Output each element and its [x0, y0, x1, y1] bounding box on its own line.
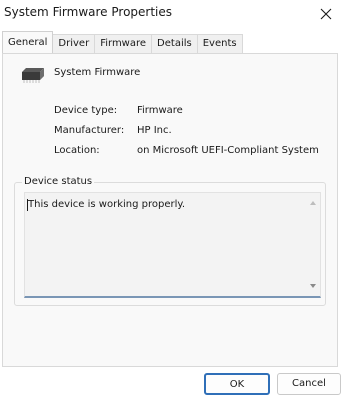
device-name: System Firmware [54, 67, 141, 78]
tab-firmware[interactable]: Firmware [94, 34, 153, 53]
ok-button[interactable]: OK [204, 373, 270, 395]
window-title: System Firmware Properties [4, 5, 173, 19]
tab-general[interactable]: General [2, 31, 54, 53]
device-status-textbox[interactable]: This device is working properly. [24, 192, 321, 298]
scroll-down-icon[interactable] [309, 282, 317, 290]
tab-events[interactable]: Events [196, 34, 243, 53]
manufacturer-value: HP Inc. [137, 125, 172, 136]
tab-strip: General Driver Firmware Details Events [2, 31, 243, 53]
chip-icon [22, 68, 44, 83]
device-status-text: This device is working properly. [28, 199, 186, 210]
close-button[interactable] [311, 0, 341, 28]
location-label: Location: [54, 145, 100, 156]
device-status-label: Device status [22, 176, 95, 187]
scroll-up-icon[interactable] [309, 199, 317, 207]
title-bar: System Firmware Properties [0, 0, 341, 28]
manufacturer-label: Manufacturer: [54, 125, 125, 136]
location-value: on Microsoft UEFI-Compliant System [137, 145, 319, 156]
device-type-value: Firmware [137, 105, 183, 116]
cancel-button[interactable]: Cancel [277, 373, 341, 395]
tab-driver[interactable]: Driver [52, 34, 96, 53]
close-icon [320, 8, 332, 20]
general-tab-panel: System Firmware Device type: Firmware Ma… [2, 53, 338, 367]
tab-details[interactable]: Details [151, 34, 198, 53]
device-status-group: Device status This device is working pro… [14, 176, 326, 306]
device-type-label: Device type: [54, 105, 118, 116]
